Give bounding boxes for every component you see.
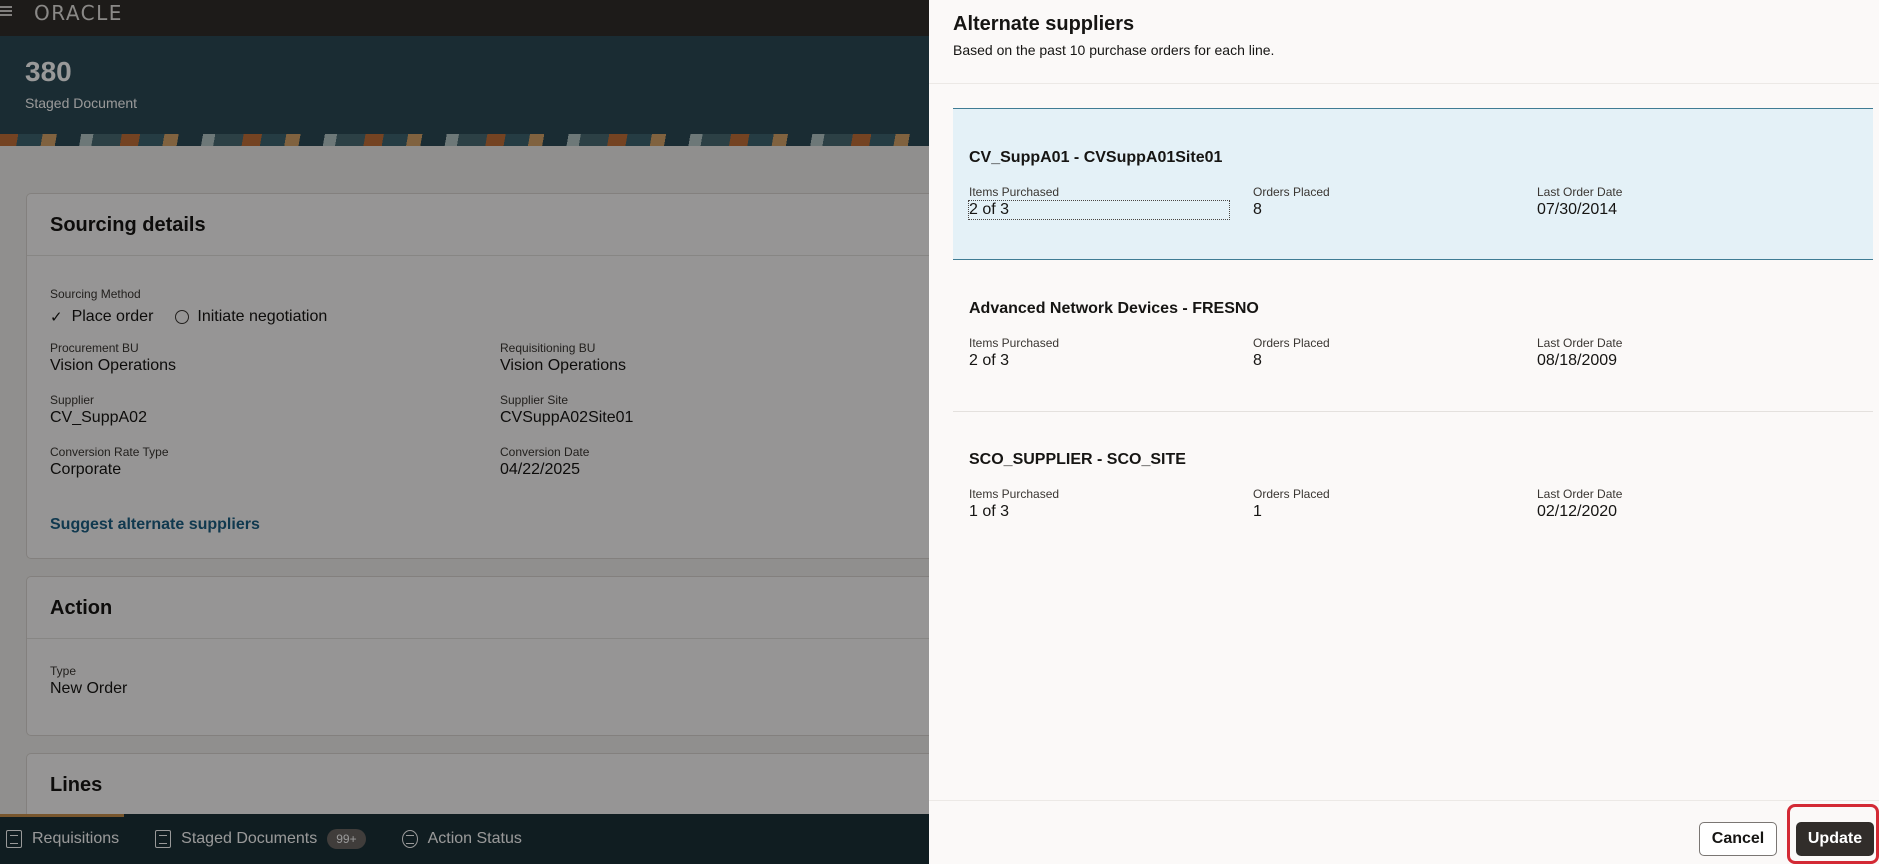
col-value: 08/18/2009 [1537, 352, 1618, 369]
last-order-date: Last Order Date 08/18/2009 [1537, 336, 1622, 370]
col-label: Orders Placed [1253, 336, 1330, 350]
col-label: Last Order Date [1537, 185, 1623, 199]
col-label: Items Purchased [969, 185, 1060, 199]
col-label: Last Order Date [1537, 336, 1623, 350]
col-value: 8 [1253, 352, 1262, 369]
items-purchased: Items Purchased 2 of 3 [969, 336, 1059, 370]
col-label: Orders Placed [1253, 487, 1330, 501]
orders-placed: Orders Placed 1 [1253, 487, 1330, 521]
update-button[interactable]: Update [1796, 822, 1874, 856]
col-value: 02/12/2020 [1537, 503, 1618, 520]
supplier-row[interactable]: CV_SuppA01 - CVSuppA01Site01 Items Purch… [953, 108, 1873, 260]
orders-placed: Orders Placed 8 [1253, 185, 1330, 219]
items-purchased: Items Purchased 1 of 3 [969, 487, 1059, 521]
col-value: 1 of 3 [969, 503, 1010, 520]
col-value: 8 [1253, 201, 1262, 218]
col-label: Last Order Date [1537, 487, 1623, 501]
cancel-button[interactable]: Cancel [1699, 822, 1777, 856]
col-label: Orders Placed [1253, 185, 1330, 199]
col-label: Items Purchased [969, 336, 1060, 350]
items-purchased: Items Purchased 2 of 3 [968, 185, 1230, 220]
supplier-name: CV_SuppA01 - CVSuppA01Site01 [969, 149, 1223, 166]
supplier-name: SCO_SUPPLIER - SCO_SITE [969, 451, 1186, 468]
col-value: 1 [1253, 503, 1262, 520]
col-value: 07/30/2014 [1537, 201, 1618, 218]
col-value: 2 of 3 [968, 200, 1230, 220]
last-order-date: Last Order Date 02/12/2020 [1537, 487, 1622, 521]
col-value: 2 of 3 [969, 352, 1010, 369]
supplier-row[interactable]: Advanced Network Devices - FRESNO Items … [953, 260, 1873, 412]
last-order-date: Last Order Date 07/30/2014 [1537, 185, 1622, 219]
drawer-title: Alternate suppliers [953, 13, 1135, 35]
col-label: Items Purchased [969, 487, 1060, 501]
supplier-row[interactable]: SCO_SUPPLIER - SCO_SITE Items Purchased … [953, 411, 1873, 563]
drawer-subtitle: Based on the past 10 purchase orders for… [953, 42, 1275, 58]
alternate-suppliers-drawer: Alternate suppliers Based on the past 10… [929, 0, 1879, 864]
orders-placed: Orders Placed 8 [1253, 336, 1330, 370]
modal-overlay[interactable] [0, 0, 930, 864]
divider [929, 83, 1879, 84]
supplier-name: Advanced Network Devices - FRESNO [969, 300, 1259, 317]
divider [929, 800, 1879, 801]
